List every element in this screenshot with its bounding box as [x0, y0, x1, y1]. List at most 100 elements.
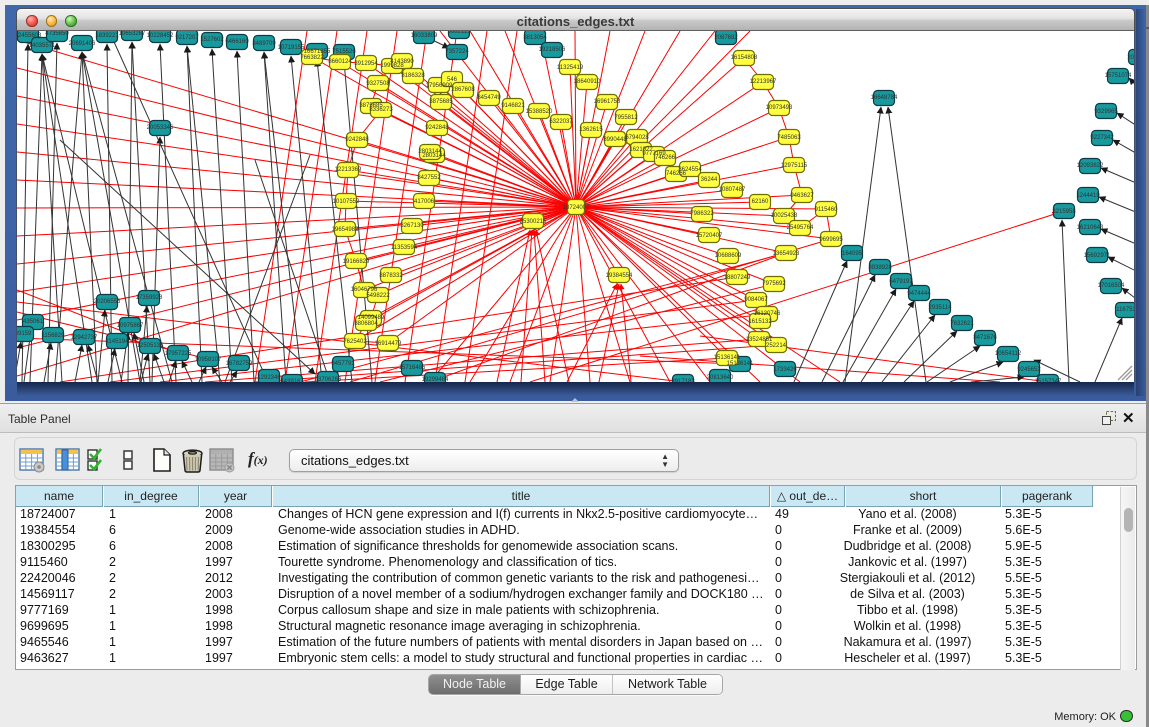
svg-text:7625402: 7625402 — [343, 339, 367, 345]
svg-text:16914479: 16914479 — [375, 341, 402, 347]
svg-text:10653267: 10653267 — [119, 31, 146, 37]
svg-text:417006: 417006 — [414, 199, 435, 205]
svg-text:8878332: 8878332 — [379, 273, 403, 279]
svg-text:9084067: 9084067 — [744, 297, 768, 303]
svg-text:9115460: 9115460 — [815, 207, 839, 213]
svg-text:8186328: 8186328 — [401, 73, 425, 79]
svg-text:4735650: 4735650 — [45, 31, 69, 37]
svg-text:10975867: 10975867 — [117, 323, 144, 329]
svg-text:8427552: 8427552 — [417, 175, 441, 181]
svg-text:12213967: 12213967 — [750, 79, 777, 85]
svg-text:7515526: 7515526 — [332, 49, 356, 55]
svg-text:15692971: 15692971 — [1084, 253, 1111, 259]
svg-text:16782759: 16782759 — [226, 361, 253, 367]
svg-text:17956909: 17956909 — [426, 83, 453, 89]
svg-text:12505135: 12505135 — [137, 343, 164, 349]
svg-text:12942737: 12942737 — [71, 335, 98, 341]
svg-text:39159: 39159 — [17, 331, 32, 337]
svg-text:10719155: 10719155 — [278, 45, 305, 51]
svg-text:20206556: 20206556 — [94, 299, 121, 305]
svg-text:16961758: 16961758 — [594, 99, 621, 105]
svg-text:22455603: 22455603 — [17, 33, 42, 39]
svg-text:16154808: 16154808 — [731, 55, 758, 61]
svg-text:1839221: 1839221 — [95, 33, 119, 39]
svg-text:7975692: 7975692 — [762, 281, 786, 287]
svg-text:3624554: 3624554 — [678, 167, 702, 173]
svg-text:7632621: 7632621 — [950, 321, 974, 327]
svg-text:7485063: 7485063 — [777, 135, 801, 141]
svg-text:16033809: 16033809 — [411, 33, 438, 39]
svg-text:36244: 36244 — [701, 177, 718, 183]
svg-text:10958107: 10958107 — [195, 357, 222, 363]
svg-text:3215958: 3215958 — [1052, 209, 1076, 215]
svg-text:13654923: 13654923 — [773, 251, 800, 257]
svg-text:10107552: 10107552 — [333, 199, 360, 205]
svg-text:6322037: 6322037 — [549, 119, 573, 125]
svg-text:20691406: 20691406 — [69, 41, 96, 47]
svg-text:12093822: 12093822 — [1077, 163, 1104, 169]
svg-text:9217207: 9217207 — [175, 35, 199, 41]
svg-text:1292346: 1292346 — [257, 375, 281, 381]
svg-text:7663822: 7663822 — [300, 55, 324, 61]
svg-text:5682115: 5682115 — [448, 31, 472, 35]
svg-text:9463627: 9463627 — [790, 193, 814, 199]
svg-text:17016504: 17016504 — [1098, 283, 1125, 289]
svg-text:1156829: 1156829 — [42, 333, 66, 339]
svg-text:116753: 116753 — [1116, 307, 1134, 313]
svg-text:9227342: 9227342 — [1090, 135, 1114, 141]
svg-text:546: 546 — [447, 77, 458, 83]
svg-text:11325419: 11325419 — [557, 65, 584, 71]
svg-text:9474444: 9474444 — [907, 291, 931, 297]
svg-text:164095: 164095 — [842, 251, 863, 257]
svg-text:252214: 252214 — [766, 343, 787, 349]
svg-text:5498222: 5498222 — [366, 293, 390, 299]
svg-text:3875685: 3875685 — [429, 99, 453, 105]
svg-text:15136141: 15136141 — [727, 361, 754, 367]
svg-text:15751074: 15751074 — [1105, 73, 1132, 79]
svg-text:2066449: 2066449 — [1127, 55, 1134, 61]
svg-text:435061: 435061 — [23, 319, 44, 325]
svg-text:9329965: 9329965 — [1094, 109, 1118, 115]
svg-text:6479197: 6479197 — [889, 279, 913, 285]
svg-text:8489709: 8489709 — [252, 41, 276, 47]
svg-text:9242848: 9242848 — [345, 137, 369, 143]
svg-text:9146821: 9146821 — [501, 103, 525, 109]
svg-text:19218506: 19218506 — [539, 47, 566, 53]
svg-text:9327508: 9327508 — [366, 81, 390, 87]
svg-text:15388520: 15388520 — [526, 109, 553, 115]
svg-text:10228452: 10228452 — [147, 33, 174, 39]
svg-text:6794028: 6794028 — [625, 135, 649, 141]
svg-text:19654982: 19654982 — [332, 227, 359, 233]
svg-text:7986322: 7986322 — [690, 211, 714, 217]
svg-text:16120746: 16120746 — [754, 311, 781, 317]
svg-text:8660124: 8660124 — [328, 59, 352, 65]
svg-text:6466160: 6466160 — [225, 39, 249, 45]
svg-text:14035571: 14035571 — [29, 43, 56, 49]
svg-text:10688609: 10688609 — [715, 253, 742, 259]
svg-text:10973493: 10973493 — [766, 105, 793, 111]
svg-text:19166829: 19166829 — [343, 259, 370, 265]
svg-text:17359928: 17359928 — [136, 295, 163, 301]
svg-text:1244419: 1244419 — [1076, 193, 1100, 199]
svg-text:15136141: 15136141 — [714, 355, 741, 361]
svg-text:11353594: 11353594 — [391, 245, 418, 251]
svg-text:9699695: 9699695 — [819, 237, 843, 243]
svg-text:18807249: 18807249 — [724, 275, 751, 281]
svg-text:7955812: 7955812 — [614, 115, 638, 121]
svg-text:8990448: 8990448 — [603, 137, 627, 143]
svg-text:10025438: 10025438 — [771, 213, 798, 219]
svg-text:8336273: 8336273 — [369, 107, 393, 113]
svg-text:25495764: 25495764 — [787, 225, 814, 231]
svg-text:15720407: 15720407 — [696, 233, 723, 239]
svg-text:8454749: 8454749 — [477, 95, 501, 101]
svg-text:20053346: 20053346 — [147, 125, 174, 131]
svg-text:10807487: 10807487 — [719, 187, 746, 193]
svg-text:17957225: 17957225 — [165, 351, 192, 357]
svg-text:8471676: 8471676 — [973, 335, 997, 341]
svg-text:7357224: 7357224 — [445, 49, 469, 55]
svg-text:8806804: 8806804 — [354, 321, 378, 327]
svg-text:9245652: 9245652 — [1017, 367, 1041, 373]
svg-text:1362615: 1362615 — [579, 127, 603, 133]
svg-text:1615132: 1615132 — [748, 319, 772, 325]
svg-text:15716485: 15716485 — [399, 365, 426, 371]
